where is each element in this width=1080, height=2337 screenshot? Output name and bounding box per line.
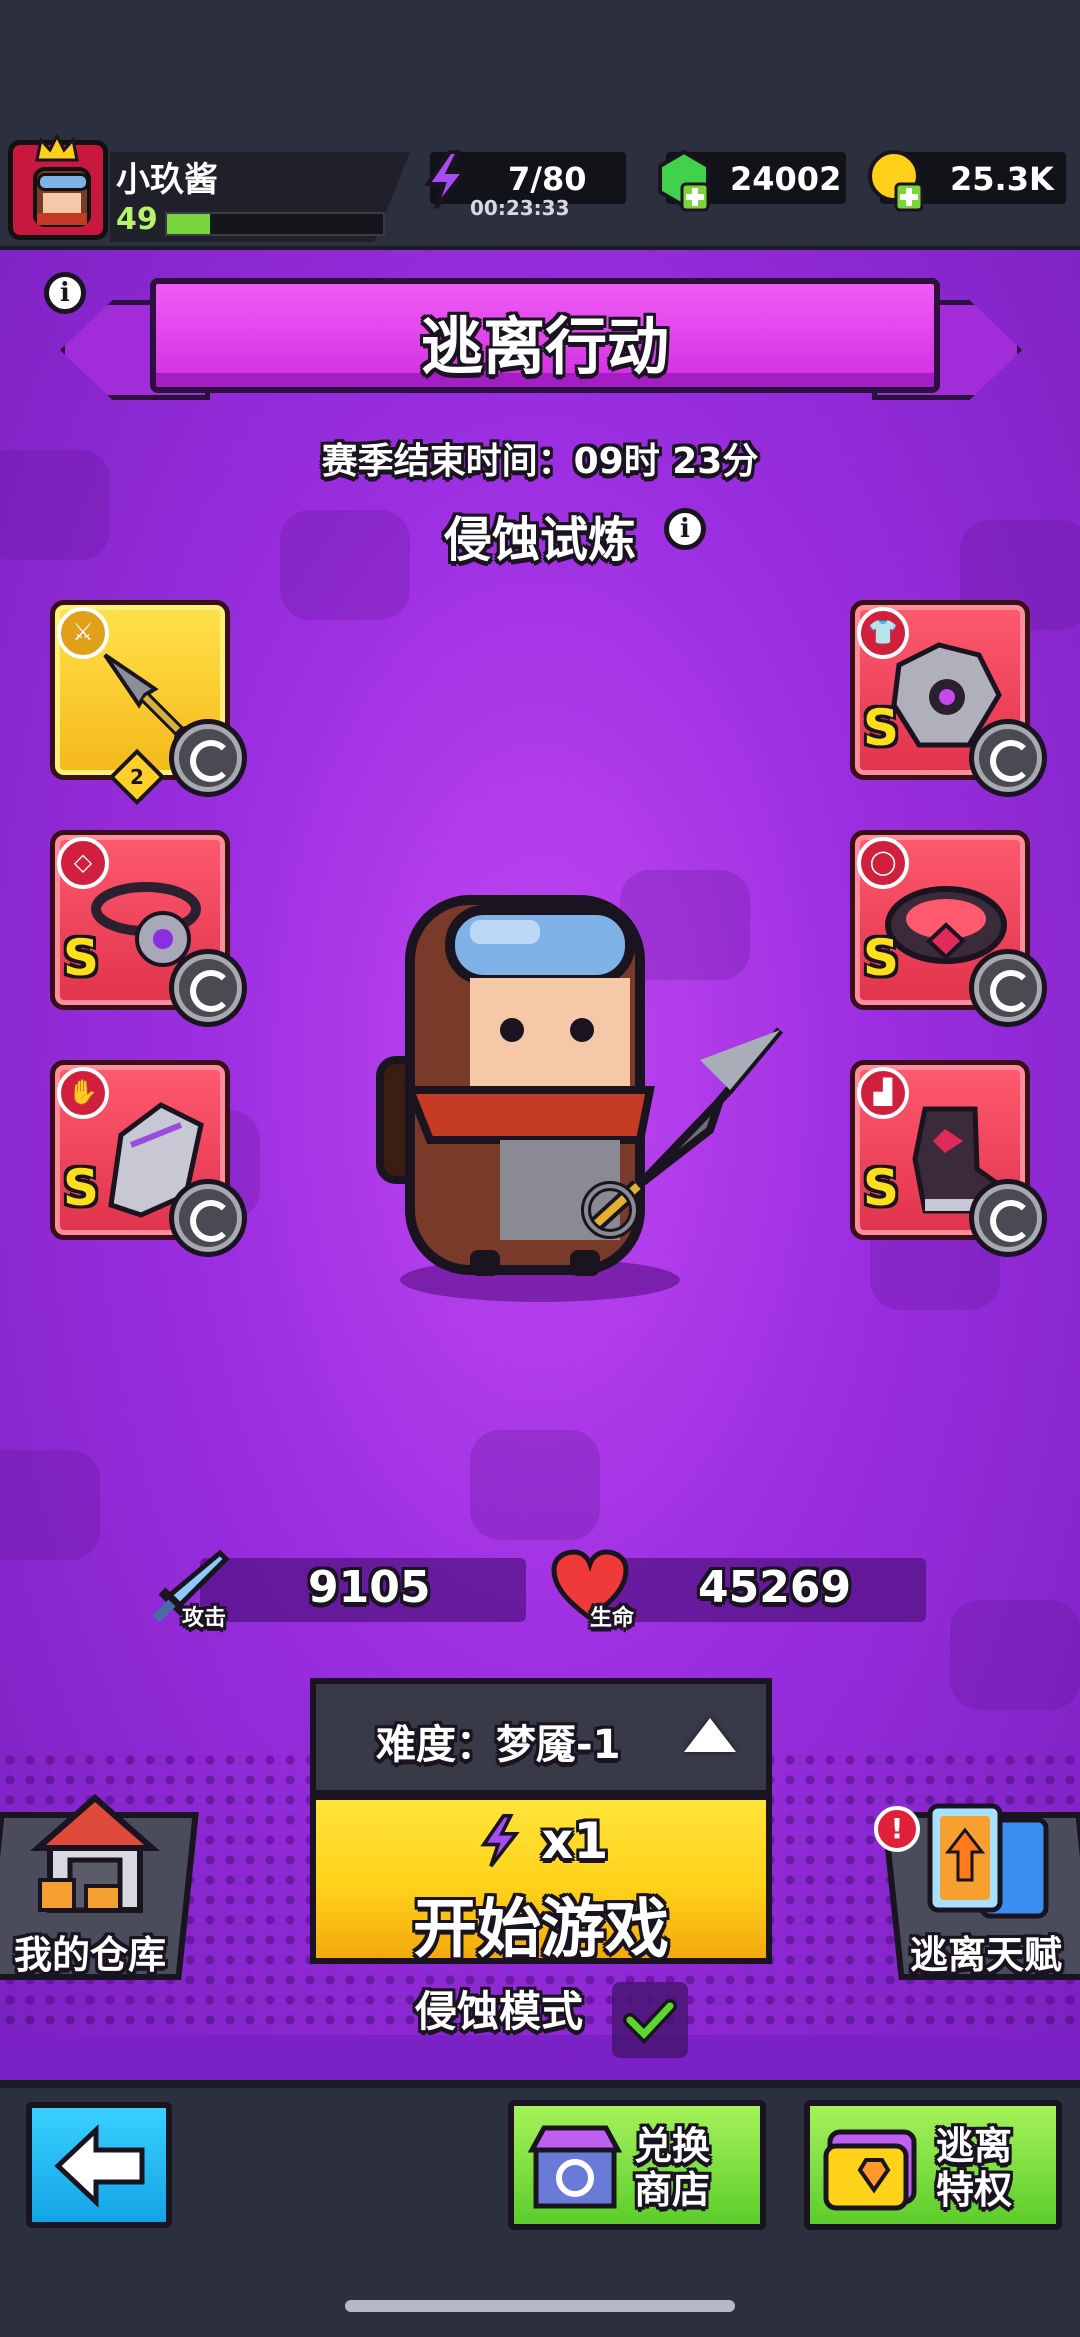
talent-label: 逃离天赋: [910, 1933, 1063, 1977]
start-cost: x1: [316, 1812, 766, 1870]
gem-value: 24002: [730, 160, 842, 198]
warehouse-icon: [30, 1794, 160, 1913]
xp-bar: [165, 212, 385, 236]
gold-value: 25.3K: [950, 160, 1054, 198]
glove-slot[interactable]: ✋ S: [50, 1060, 247, 1257]
gold-plus-icon[interactable]: [866, 148, 930, 212]
trial-info-icon[interactable]: i: [664, 508, 706, 550]
status-area: [0, 0, 1080, 130]
necklace-grade: S: [63, 929, 100, 987]
boots-grade: S: [863, 1159, 900, 1217]
title-banner: 逃离行动: [150, 278, 940, 393]
swap-weapon-button[interactable]: [169, 719, 247, 797]
warehouse-label: 我的仓库: [14, 1933, 167, 1977]
hp-value: 45269: [698, 1562, 852, 1613]
glove-grade: S: [63, 1159, 100, 1217]
armor-slot[interactable]: 👕 S: [850, 600, 1047, 797]
energy-timer: 00:23:33: [470, 196, 570, 220]
difficulty-label: 难度：梦魇-1: [376, 1722, 621, 1768]
hero-character: [376, 895, 784, 1302]
season-end-time: 赛季结束时间：09时 23分: [321, 441, 759, 482]
attack-value: 9105: [308, 1562, 431, 1613]
swap-glove-button[interactable]: [169, 1179, 247, 1257]
back-button[interactable]: [26, 2102, 172, 2228]
banner-title: 逃离行动: [420, 310, 669, 383]
swap-belt-button[interactable]: [969, 949, 1047, 1027]
swap-necklace-button[interactable]: [169, 949, 247, 1027]
home-indicator: [345, 2300, 735, 2312]
start-game-button[interactable]: x1 开始游戏: [310, 1794, 772, 1967]
armor-grade: S: [863, 699, 900, 757]
swap-armor-button[interactable]: [969, 719, 1047, 797]
xp-fill: [167, 214, 211, 234]
back-arrow-icon: [54, 2124, 145, 2208]
difficulty-selector[interactable]: 难度：梦魇-1: [310, 1678, 772, 1796]
escape-privilege-button[interactable]: 逃离 特权: [804, 2100, 1062, 2230]
shop-icon: [528, 2125, 622, 2209]
talent-alert-badge: !: [874, 1806, 920, 1852]
lightning-cost-icon: [480, 1814, 520, 1868]
player-level: 49: [116, 202, 158, 237]
start-cost-value: x1: [541, 1812, 609, 1870]
erosion-mode-checkbox[interactable]: [612, 1982, 688, 2058]
crown-icon: [35, 134, 79, 162]
privilege-icon: [823, 2129, 917, 2211]
trial-title: 侵蚀试炼: [443, 512, 636, 568]
necklace-slot[interactable]: ◇ S: [50, 830, 247, 1027]
lightning-icon: [424, 150, 469, 210]
talent-cards-icon: [927, 1803, 1049, 1919]
start-label: 开始游戏: [413, 1893, 669, 1967]
checkmark-icon: [623, 1999, 677, 2045]
exchange-shop-label: 兑换 商店: [634, 2124, 711, 2212]
hp-label: 生命: [590, 1606, 635, 1631]
escape-privilege-label: 逃离 特权: [936, 2124, 1013, 2212]
chevron-up-icon: [684, 1718, 736, 1752]
belt-slot[interactable]: ◯ S: [850, 830, 1047, 1027]
energy-value: 7/80: [508, 160, 587, 198]
weapon-slot[interactable]: ⚔ 2: [50, 600, 247, 806]
exchange-shop-button[interactable]: 兑换 商店: [508, 2100, 766, 2230]
gem-plus-icon[interactable]: [652, 148, 716, 212]
swap-boots-button[interactable]: [969, 1179, 1047, 1257]
belt-grade: S: [863, 929, 900, 987]
boots-slot[interactable]: ▟ S: [850, 1060, 1047, 1257]
attack-label: 攻击: [182, 1606, 227, 1631]
player-name: 小玖酱: [116, 160, 218, 200]
info-icon[interactable]: i: [44, 272, 86, 314]
erosion-mode-label: 侵蚀模式: [415, 1987, 584, 2036]
